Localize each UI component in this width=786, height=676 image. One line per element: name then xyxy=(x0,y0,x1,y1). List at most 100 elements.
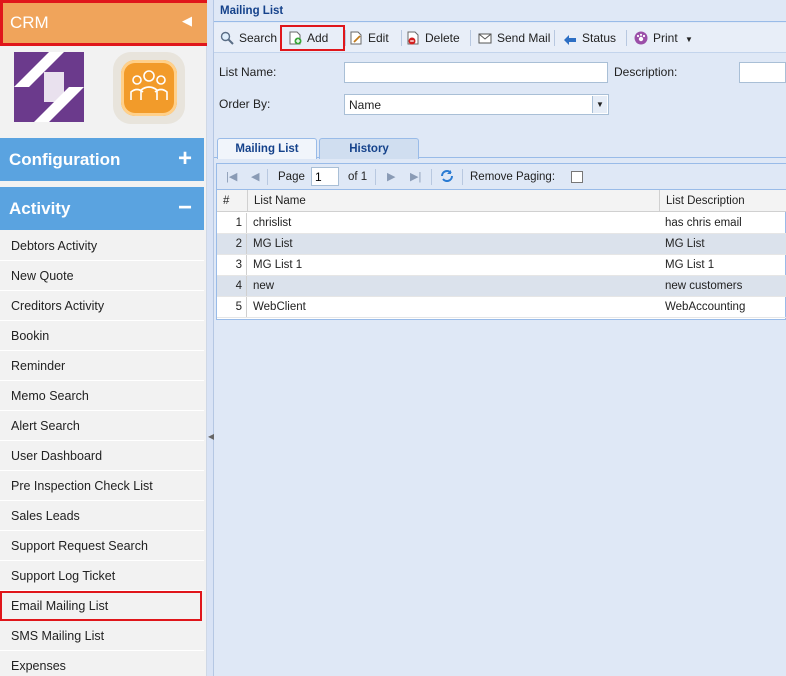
order-by-value: Name xyxy=(349,98,382,112)
row-list-name: WebClient xyxy=(253,301,306,313)
chevron-down-icon[interactable]: ▼ xyxy=(592,96,607,113)
tab-mailing-list[interactable]: Mailing List xyxy=(217,138,317,159)
sidebar-item-memo-search[interactable]: Memo Search xyxy=(0,381,204,411)
tab-history[interactable]: History xyxy=(319,138,419,159)
search-button[interactable]: Search xyxy=(217,27,277,49)
print-label: Print xyxy=(653,31,678,45)
print-button[interactable]: Print ▼ xyxy=(631,27,693,49)
description-label: Description: xyxy=(614,65,678,79)
sidebar-item-pre-inspection-check-list[interactable]: Pre Inspection Check List xyxy=(0,471,204,501)
first-page-icon[interactable]: |◀ xyxy=(226,170,237,183)
grid-header: # List Name List Description xyxy=(217,190,786,212)
row-list-name: new xyxy=(253,280,275,292)
sidebar-item-new-quote[interactable]: New Quote xyxy=(0,261,204,291)
expand-icon: + xyxy=(177,145,192,172)
paging-separator xyxy=(267,169,268,185)
list-name-input[interactable] xyxy=(344,62,608,83)
sidebar-item-bookin[interactable]: Bookin xyxy=(0,321,204,351)
sidebar-item-debtors-activity[interactable]: Debtors Activity xyxy=(0,231,204,261)
table-row[interactable]: 5 WebClient WebAccounting xyxy=(217,297,786,318)
envelope-icon xyxy=(478,31,492,45)
paging-separator xyxy=(431,169,432,185)
column-header-list-description[interactable]: List Description xyxy=(660,190,786,212)
section-label: Activity xyxy=(9,199,71,218)
column-header-number[interactable]: # xyxy=(217,190,248,212)
send-mail-button[interactable]: Send Mail xyxy=(475,27,550,49)
sidebar-item-support-request-search[interactable]: Support Request Search xyxy=(0,531,204,561)
description-input[interactable] xyxy=(739,62,786,83)
toolbar: Search Add Edit Delete Send Mail Status … xyxy=(214,23,786,53)
sidebar-item-user-dashboard[interactable]: User Dashboard xyxy=(0,441,204,471)
table-row[interactable]: 4 new new customers xyxy=(217,276,786,297)
sidebar-item-sales-leads[interactable]: Sales Leads xyxy=(0,501,204,531)
toolbar-separator xyxy=(401,30,402,46)
activity-menu: Debtors Activity New Quote Creditors Act… xyxy=(0,231,204,676)
order-by-select[interactable]: Name ▼ xyxy=(344,94,609,115)
add-label: Add xyxy=(307,31,329,45)
status-label: Status xyxy=(582,31,617,45)
section-label: Configuration xyxy=(9,150,121,169)
last-page-icon[interactable]: ▶| xyxy=(410,170,421,183)
paging-separator xyxy=(462,169,463,185)
row-number: 2 xyxy=(217,234,247,254)
status-button[interactable]: Status xyxy=(560,27,616,49)
print-dropdown-arrow-icon[interactable]: ▼ xyxy=(685,35,693,44)
sidebar-item-alert-search[interactable]: Alert Search xyxy=(0,411,204,441)
table-row[interactable]: 2 MG List MG List xyxy=(217,234,786,255)
add-button[interactable]: Add xyxy=(280,25,345,51)
send-mail-label: Send Mail xyxy=(497,31,551,45)
prev-page-icon[interactable]: ◀ xyxy=(251,170,259,183)
paging-separator xyxy=(375,169,376,185)
order-by-label: Order By: xyxy=(219,97,271,111)
collapse-arrow-icon[interactable]: ◀ xyxy=(182,13,192,29)
row-list-description: new customers xyxy=(665,280,743,292)
delete-button[interactable]: Delete xyxy=(403,27,460,49)
remove-paging-label: Remove Paging: xyxy=(470,171,556,183)
list-name-label: List Name: xyxy=(219,65,277,79)
status-arrows-icon xyxy=(563,31,577,45)
mailing-list-grid: |◀ ◀ Page of 1 ▶ ▶| Remove Paging: # Lis… xyxy=(216,163,786,320)
main-panel: Mailing List Search Add Edit Delete Send… xyxy=(214,0,786,676)
sidebar-item-sms-mailing-list[interactable]: SMS Mailing List xyxy=(0,621,204,651)
row-list-description: WebAccounting xyxy=(665,301,746,313)
refresh-icon[interactable] xyxy=(439,168,455,187)
sidebar-splitter[interactable]: ◀ xyxy=(207,0,214,676)
row-list-name: chrislist xyxy=(253,217,292,229)
edit-button[interactable]: Edit xyxy=(346,27,389,49)
row-number: 1 xyxy=(217,213,247,233)
column-header-list-name[interactable]: List Name xyxy=(248,190,660,212)
page-number-input[interactable] xyxy=(311,167,339,186)
delete-label: Delete xyxy=(425,31,460,45)
page-label: Page xyxy=(278,171,305,183)
toolbar-separator xyxy=(554,30,555,46)
sidebar: Configuration + Activity − Debtors Activ… xyxy=(0,0,207,676)
table-row[interactable]: 1 chrislist has chris email xyxy=(217,213,786,234)
sidebar-item-expenses[interactable]: Expenses xyxy=(0,651,204,676)
edit-document-icon xyxy=(349,31,363,45)
toolbar-separator xyxy=(626,30,627,46)
edit-label: Edit xyxy=(368,31,389,45)
sidebar-item-creditors-activity[interactable]: Creditors Activity xyxy=(0,291,204,321)
crm-app-icon xyxy=(113,52,185,124)
search-label: Search xyxy=(239,31,278,45)
row-list-description: has chris email xyxy=(665,217,742,229)
sidebar-item-reminder[interactable]: Reminder xyxy=(0,351,204,381)
section-configuration[interactable]: Configuration + xyxy=(0,138,204,181)
sidebar-item-support-log-ticket[interactable]: Support Log Ticket xyxy=(0,561,204,591)
crm-title: CRM xyxy=(10,13,49,32)
print-icon xyxy=(634,31,648,45)
paging-toolbar: |◀ ◀ Page of 1 ▶ ▶| Remove Paging: xyxy=(217,164,786,190)
next-page-icon[interactable]: ▶ xyxy=(387,170,395,183)
add-document-icon xyxy=(288,31,302,45)
row-list-name: MG List xyxy=(253,238,293,250)
table-row[interactable]: 3 MG List 1 MG List 1 xyxy=(217,255,786,276)
page-count: of 1 xyxy=(348,171,368,183)
row-list-description: MG List xyxy=(665,238,705,250)
panel-header: Mailing List xyxy=(214,0,786,22)
crm-header[interactable]: CRM ◀ xyxy=(0,0,211,46)
sidebar-item-email-mailing-list[interactable]: Email Mailing List xyxy=(0,591,202,621)
collapse-icon: − xyxy=(177,194,192,221)
remove-paging-checkbox[interactable] xyxy=(571,171,583,183)
section-activity[interactable]: Activity − xyxy=(0,187,204,230)
row-list-description: MG List 1 xyxy=(665,259,715,271)
